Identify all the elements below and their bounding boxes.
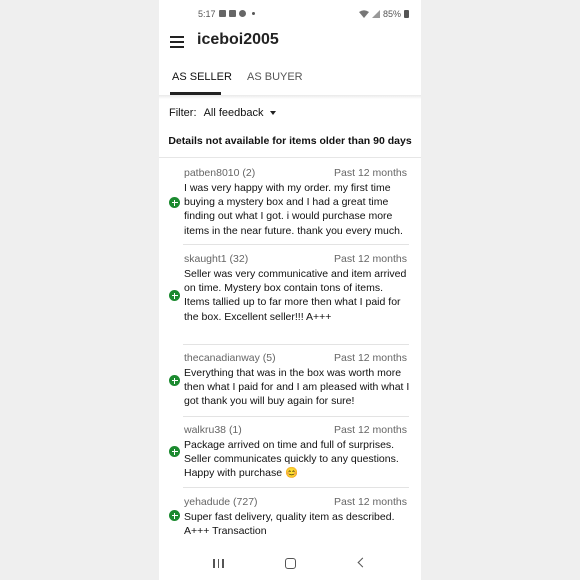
hamburger-icon[interactable] [169,34,185,50]
sync-notification-icon [239,10,246,17]
positive-feedback-icon [169,375,180,386]
feedback-comment: I was very happy with my order. my first… [184,182,403,237]
tab-as-buyer[interactable]: AS BUYER [247,71,303,83]
feedback-filter: Filter: All feedback [169,107,276,119]
feedback-user[interactable]: skaught1 (32) [184,253,248,265]
more-notifications-icon [252,12,255,15]
feedback-period: Past 12 months [334,167,407,179]
feedback-comment: Everything that was in the box was worth… [184,367,410,408]
home-icon[interactable] [285,558,296,569]
divider [183,244,409,245]
feedback-user[interactable]: walkru38 (1) [184,424,242,436]
tabs-shadow [159,95,421,99]
tab-as-seller[interactable]: AS SELLER [172,71,232,83]
feedback-comment: Seller was very communicative and item a… [184,268,407,323]
feedback-period: Past 12 months [334,352,407,364]
notification-icons [219,10,255,17]
positive-feedback-icon [169,197,180,208]
status-time: 5:17 [198,9,216,19]
status-right: 85% [358,9,409,19]
positive-feedback-icon [169,510,180,521]
feedback-tabs: AS SELLER AS BUYER [159,62,421,96]
caret-down-icon [269,111,276,116]
positive-feedback-icon [169,290,180,301]
feedback-period: Past 12 months [334,253,407,265]
wifi-icon [358,10,369,18]
positive-feedback-icon [169,446,180,457]
battery-percent: 85% [382,9,401,19]
feedback-user[interactable]: patben8010 (2) [184,167,255,179]
feedback-period: Past 12 months [334,424,407,436]
notice-text: Details not available for items older th… [168,135,412,147]
system-nav-bar [159,545,421,580]
divider [183,487,409,488]
back-icon[interactable] [357,557,368,568]
feedback-comment: Super fast delivery, quality item as des… [184,511,395,538]
app-bar: iceboi2005 [159,28,421,58]
status-bar: 5:17 85% [159,9,421,23]
feedback-user[interactable]: yehadude (727) [184,496,258,508]
filter-label: Filter: [169,107,197,119]
recent-apps-icon[interactable] [213,559,224,568]
feedback-user[interactable]: thecanadianway (5) [184,352,276,364]
divider [159,157,421,158]
feedback-comment: Package arrived on time and full of surp… [184,439,399,480]
app-notification-icon [229,10,236,17]
divider [183,344,409,345]
feedback-period: Past 12 months [334,496,407,508]
signal-icon [371,10,380,18]
filter-dropdown[interactable]: All feedback [204,107,276,119]
page-title: iceboi2005 [197,31,279,48]
battery-icon [404,10,409,18]
phone-screen: 5:17 85% iceboi2005 AS SELLER AS BUYER F… [159,0,421,580]
filter-value: All feedback [203,107,264,119]
divider [183,416,409,417]
gallery-notification-icon [219,10,226,17]
